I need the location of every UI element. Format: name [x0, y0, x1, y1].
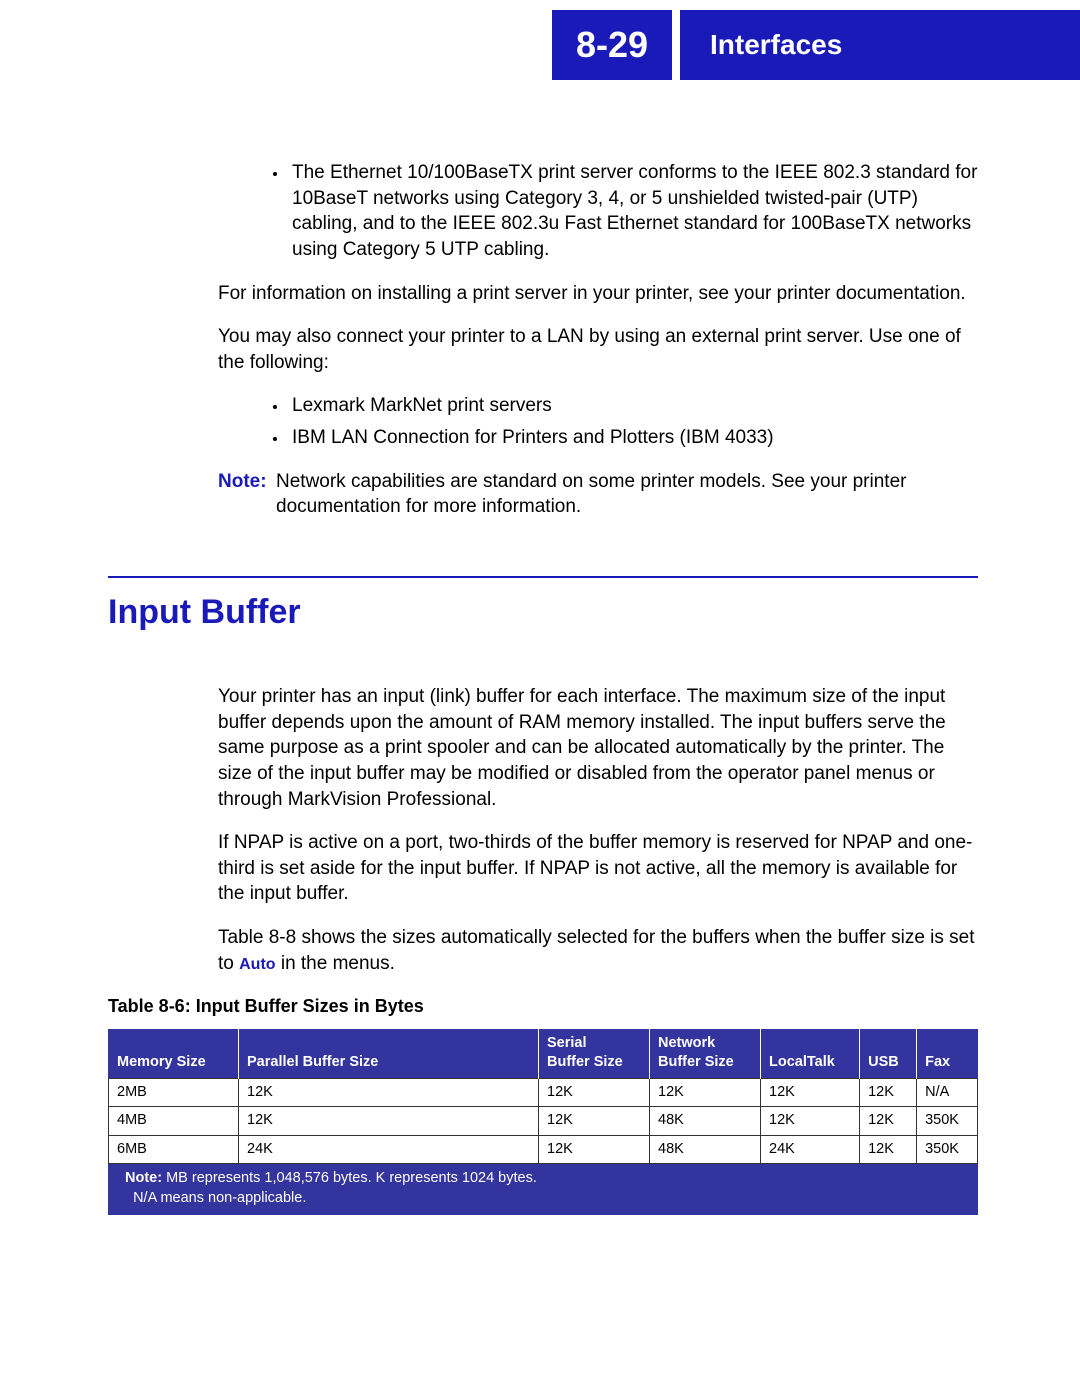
list-item: Lexmark MarkNet print servers: [288, 393, 978, 419]
cell: 12K: [239, 1078, 539, 1107]
cell: N/A: [917, 1078, 978, 1107]
cell: 12K: [761, 1107, 860, 1136]
note-label: Note:: [218, 469, 276, 520]
chapter-title: Interfaces: [710, 29, 842, 61]
bullet-list-2: Lexmark MarkNet print servers IBM LAN Co…: [288, 393, 978, 450]
page-content: The Ethernet 10/100BaseTX print server c…: [108, 160, 978, 1215]
paragraph: Table 8-8 shows the sizes automatically …: [218, 925, 978, 976]
col-header-parallel: Parallel Buffer Size: [239, 1029, 539, 1079]
footnote-label: Note:: [125, 1170, 162, 1186]
cell: 350K: [917, 1107, 978, 1136]
cell: 4MB: [109, 1107, 239, 1136]
table-row: 4MB 12K 12K 48K 12K 12K 350K: [109, 1107, 978, 1136]
table-footnote: Note: MB represents 1,048,576 bytes. K r…: [109, 1164, 978, 1214]
cell: 12K: [539, 1107, 650, 1136]
text-fragment: in the menus.: [276, 953, 395, 974]
note-text: Network capabilities are standard on som…: [276, 469, 978, 520]
list-item: The Ethernet 10/100BaseTX print server c…: [288, 160, 978, 263]
chapter-title-box: Interfaces: [680, 10, 1080, 80]
table-header-row: Memory Size Parallel Buffer Size SerialB…: [109, 1029, 978, 1079]
paragraph: Your printer has an input (link) buffer …: [218, 684, 978, 812]
cell: 24K: [239, 1135, 539, 1164]
col-header-serial: SerialBuffer Size: [539, 1029, 650, 1079]
cell: 24K: [761, 1135, 860, 1164]
cell: 12K: [860, 1135, 917, 1164]
cell: 12K: [539, 1078, 650, 1107]
cell: 350K: [917, 1135, 978, 1164]
cell: 12K: [239, 1107, 539, 1136]
cell: 12K: [650, 1078, 761, 1107]
inline-keyword: Auto: [239, 956, 275, 973]
cell: 12K: [761, 1078, 860, 1107]
cell: 12K: [860, 1107, 917, 1136]
cell: 48K: [650, 1135, 761, 1164]
paragraph: If NPAP is active on a port, two-thirds …: [218, 830, 978, 907]
note-block: Note: Network capabilities are standard …: [218, 469, 978, 520]
section-heading: Input Buffer: [108, 590, 978, 636]
buffer-sizes-table: Memory Size Parallel Buffer Size SerialB…: [108, 1029, 978, 1215]
paragraph: For information on installing a print se…: [218, 281, 978, 307]
cell: 12K: [539, 1135, 650, 1164]
cell: 6MB: [109, 1135, 239, 1164]
page-number-box: 8-29: [552, 10, 672, 80]
cell: 2MB: [109, 1078, 239, 1107]
col-header-fax: Fax: [917, 1029, 978, 1079]
footnote-text-1: MB represents 1,048,576 bytes. K represe…: [162, 1170, 537, 1186]
col-header-usb: USB: [860, 1029, 917, 1079]
bullet-list-1: The Ethernet 10/100BaseTX print server c…: [288, 160, 978, 263]
table-caption: Table 8-6: Input Buffer Sizes in Bytes: [108, 994, 978, 1018]
col-header-localtalk: LocalTalk: [761, 1029, 860, 1079]
col-header-memory: Memory Size: [109, 1029, 239, 1079]
list-item: IBM LAN Connection for Printers and Plot…: [288, 425, 978, 451]
paragraph: You may also connect your printer to a L…: [218, 324, 978, 375]
table-row: 6MB 24K 12K 48K 24K 12K 350K: [109, 1135, 978, 1164]
page-header: 8-29 Interfaces: [552, 10, 1080, 80]
section-divider: [108, 576, 978, 578]
page-number: 8-29: [576, 24, 648, 66]
cell: 12K: [860, 1078, 917, 1107]
cell: 48K: [650, 1107, 761, 1136]
col-header-network: NetworkBuffer Size: [650, 1029, 761, 1079]
table-row: 2MB 12K 12K 12K 12K 12K N/A: [109, 1078, 978, 1107]
table-footnote-row: Note: MB represents 1,048,576 bytes. K r…: [109, 1164, 978, 1214]
footnote-text-2: N/A means non-applicable.: [133, 1190, 306, 1206]
